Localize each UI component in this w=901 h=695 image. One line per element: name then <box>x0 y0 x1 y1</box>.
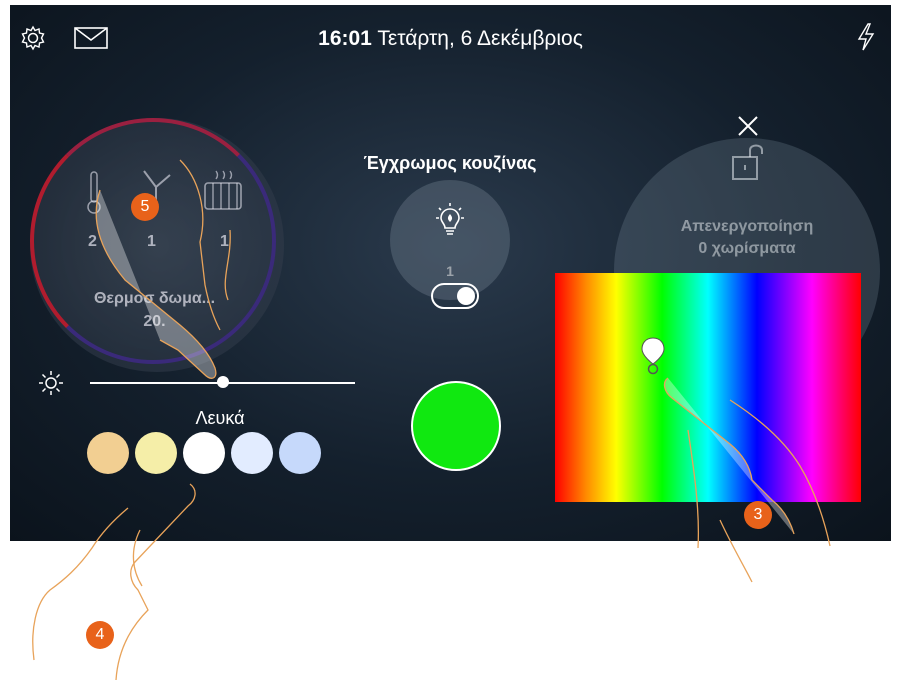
white-swatch-5[interactable] <box>279 432 321 474</box>
hand-overlay-3 <box>663 377 831 583</box>
white-swatch-1[interactable] <box>87 432 129 474</box>
light-toggle[interactable] <box>431 283 479 309</box>
white-tones-label: Λευκά <box>195 408 245 428</box>
bulb-icon <box>436 203 464 235</box>
alarm-status-line1: Απενεργοποίηση <box>680 218 814 235</box>
light-count: 1 <box>446 263 454 279</box>
hand-overlay-4 <box>32 483 196 681</box>
white-swatch-3[interactable] <box>183 432 225 474</box>
selected-color-indicator <box>411 381 501 471</box>
date-time: 16:01 Τετάρτη, 6 Δεκέμβριος <box>10 27 891 51</box>
close-icon[interactable] <box>737 115 759 137</box>
callout-badge-5: 5 <box>131 193 159 221</box>
alarm-status-line2: 0 χωρίσματα <box>698 240 796 257</box>
white-swatch-4[interactable] <box>231 432 273 474</box>
top-bar: 16:01 Τετάρτη, 6 Δεκέμβριος <box>10 5 891 65</box>
sun-icon <box>39 371 63 395</box>
unlock-icon <box>732 144 763 180</box>
flash-icon[interactable] <box>856 23 876 51</box>
callout-badge-4: 4 <box>86 621 114 649</box>
toggle-knob <box>457 287 475 305</box>
hand-overlay-5 <box>95 159 231 379</box>
callout-badge-3: 3 <box>744 501 772 529</box>
white-swatch-2[interactable] <box>135 432 177 474</box>
light-title: Έγχρωμος κουζίνας <box>363 153 537 173</box>
clock: 16:01 <box>318 27 372 50</box>
date: Τετάρτη, 6 Δεκέμβριος <box>377 27 583 50</box>
